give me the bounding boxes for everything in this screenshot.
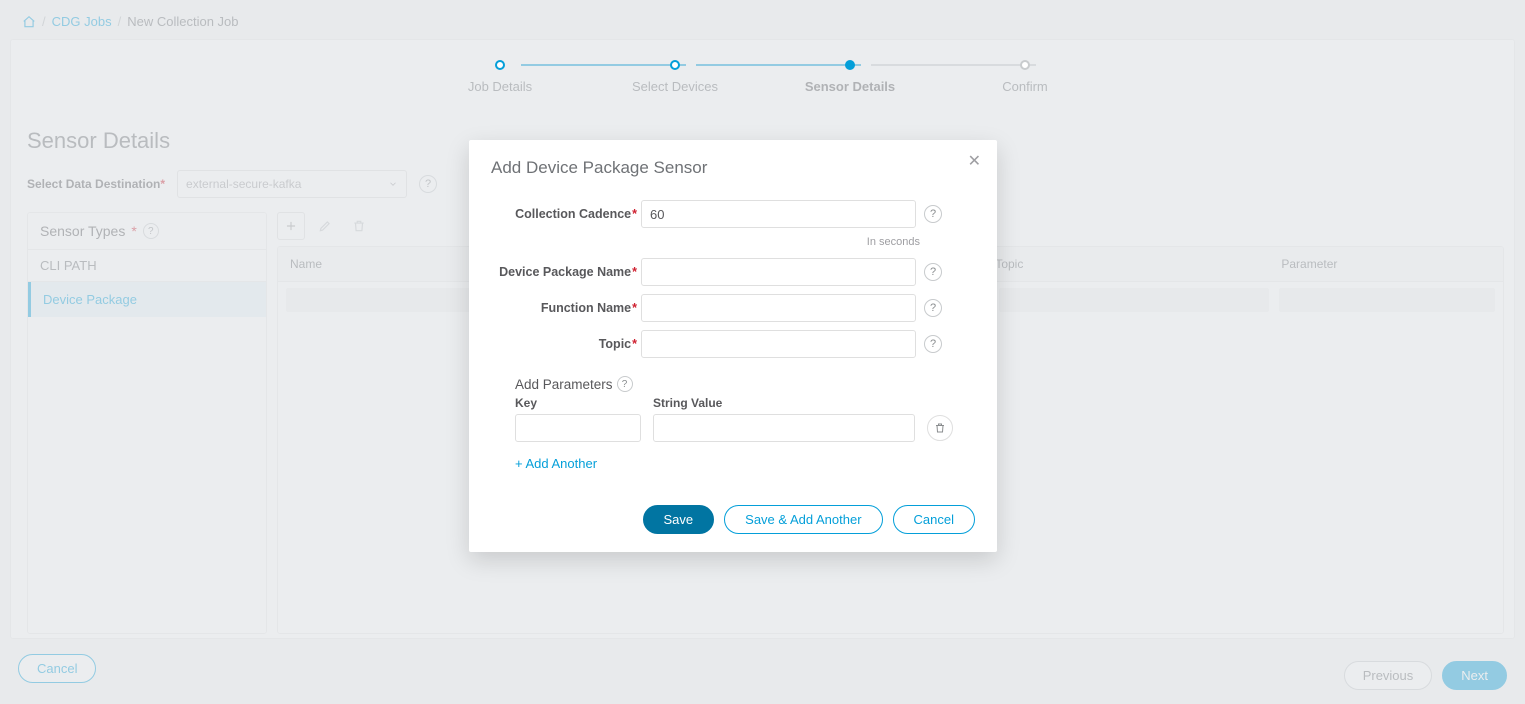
help-icon[interactable]: ? [924,335,942,353]
collection-cadence-label: Collection Cadence* [491,207,641,221]
help-icon[interactable]: ? [924,205,942,223]
modal-actions: Save Save & Add Another Cancel [491,505,975,534]
params-header: Key String Value [515,396,975,410]
param-key-input[interactable] [515,414,641,442]
modal-title: Add Device Package Sensor [491,158,975,178]
row-device-package-name: Device Package Name* ? [491,258,975,286]
close-icon[interactable]: ✕ [968,154,981,170]
help-icon[interactable]: ? [924,263,942,281]
params-key-label: Key [515,396,641,410]
topic-input[interactable] [641,330,916,358]
delete-param-button[interactable] [927,415,953,441]
row-collection-cadence: Collection Cadence* ? [491,200,975,228]
cadence-hint: In seconds [491,232,920,258]
params-value-label: String Value [653,396,915,410]
add-another-link[interactable]: + Add Another [515,456,597,471]
save-button[interactable]: Save [643,505,715,534]
modal-cancel-button[interactable]: Cancel [893,505,975,534]
row-topic: Topic* ? [491,330,975,358]
function-name-input[interactable] [641,294,916,322]
help-icon[interactable]: ? [617,376,633,392]
collection-cadence-input[interactable] [641,200,916,228]
add-parameters-title: Add Parameters ? [515,376,975,392]
device-package-name-input[interactable] [641,258,916,286]
params-row [515,414,975,442]
save-add-another-button[interactable]: Save & Add Another [724,505,882,534]
topic-label: Topic* [491,337,641,351]
row-function-name: Function Name* ? [491,294,975,322]
device-package-name-label: Device Package Name* [491,265,641,279]
add-device-package-sensor-modal: Add Device Package Sensor ✕ Collection C… [469,140,997,552]
param-value-input[interactable] [653,414,915,442]
trash-icon [934,422,946,434]
modal-form: Collection Cadence* ? In seconds Device … [491,200,975,534]
function-name-label: Function Name* [491,301,641,315]
help-icon[interactable]: ? [924,299,942,317]
